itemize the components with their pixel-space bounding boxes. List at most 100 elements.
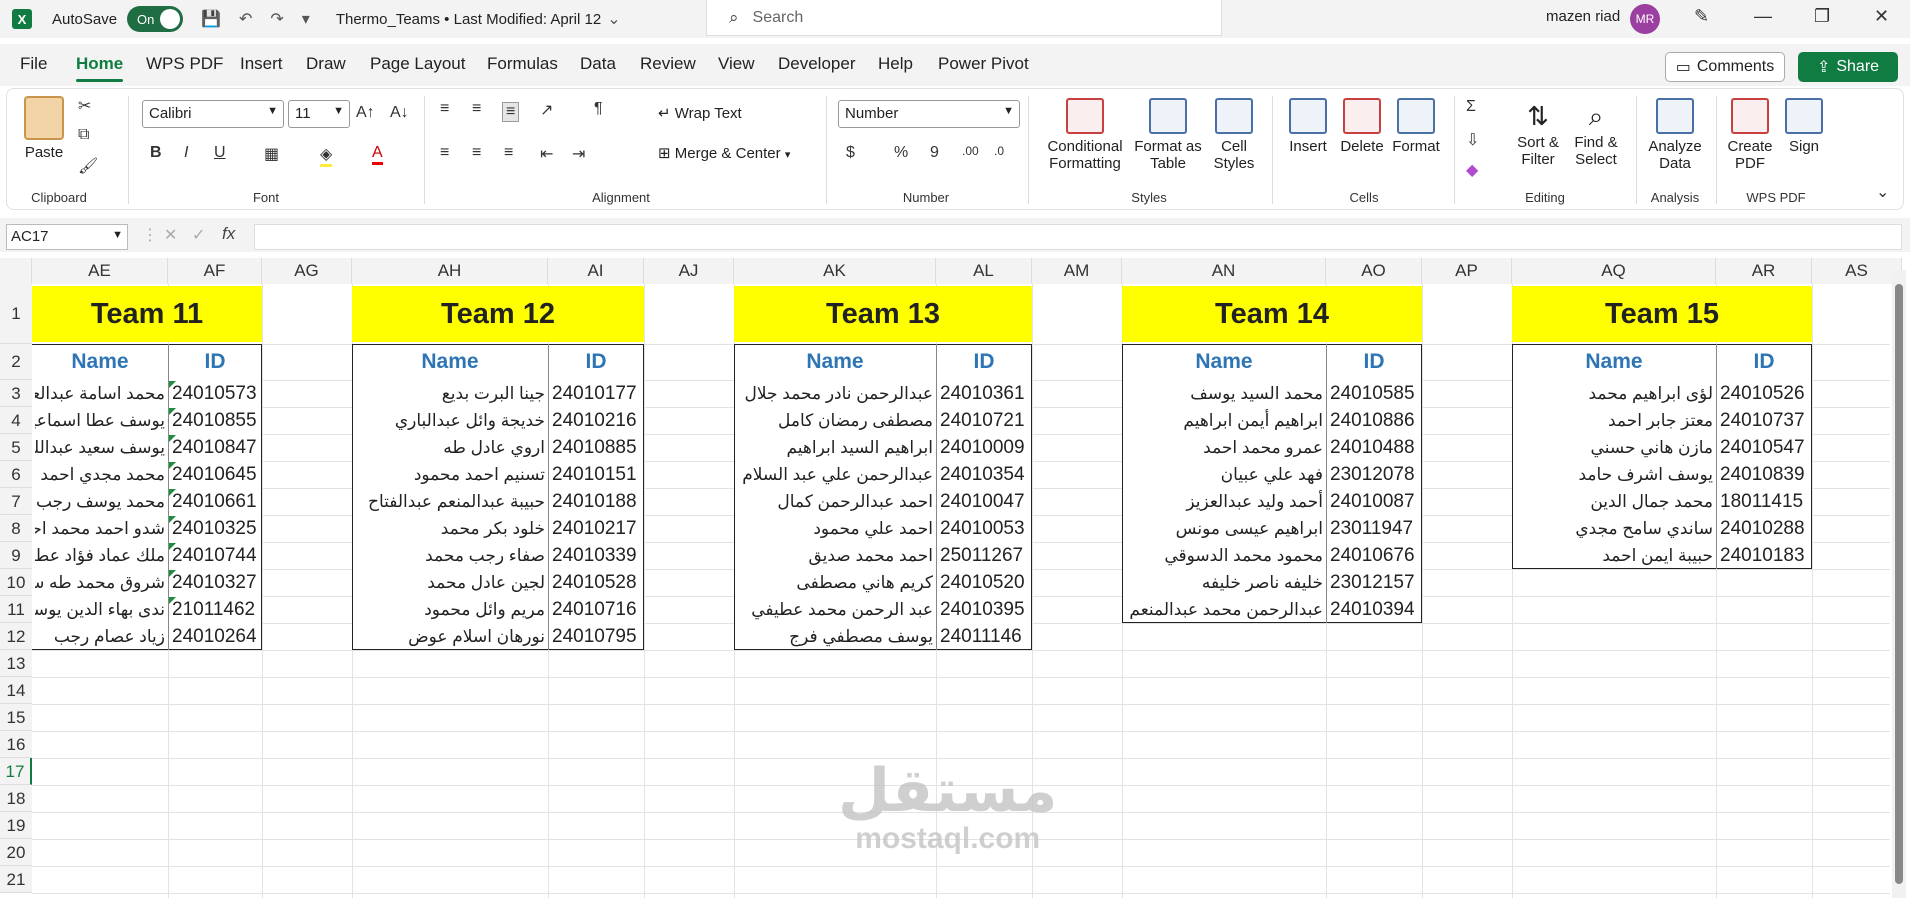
team-title[interactable]: Team 13 <box>734 286 1032 342</box>
row-header[interactable]: 19 <box>0 812 32 839</box>
member-name-cell[interactable]: اروي عادل طه <box>355 434 545 461</box>
member-id-cell[interactable]: 24010354 <box>940 461 1030 488</box>
member-name-cell[interactable]: محمد السيد يوسف <box>1125 380 1323 407</box>
member-id-cell[interactable]: 24010716 <box>552 596 642 623</box>
member-name-cell[interactable]: شدو احمد محمد احمد <box>35 515 165 542</box>
fill-icon[interactable]: ⇩ <box>1466 130 1479 150</box>
row-header[interactable]: 18 <box>0 785 32 812</box>
format-painter-icon[interactable]: 🖌 <box>78 156 98 176</box>
vertical-scrollbar[interactable] <box>1892 270 1906 898</box>
column-header[interactable]: AF <box>168 258 262 284</box>
member-id-cell[interactable]: 24010744 <box>172 542 260 569</box>
member-name-cell[interactable]: احمد عبدالرحمن كمال <box>737 488 933 515</box>
member-id-cell[interactable]: 24010676 <box>1330 542 1420 569</box>
member-name-cell[interactable]: صفاء رجب محمد <box>355 542 545 569</box>
member-name-cell[interactable]: محمد اسامة عبدالعزيز <box>35 380 165 407</box>
member-name-cell[interactable]: لؤى ابراهيم محمد <box>1515 380 1713 407</box>
cancel-edit-icon[interactable]: ✕ <box>164 225 177 245</box>
member-id-cell[interactable]: 24010288 <box>1720 515 1810 542</box>
member-id-cell[interactable]: 24010177 <box>552 380 642 407</box>
align-center-icon[interactable]: ≡ <box>472 144 481 162</box>
member-id-cell[interactable]: 24010047 <box>940 488 1030 515</box>
member-name-cell[interactable]: مازن هاني حسني <box>1515 434 1713 461</box>
tab-page-layout[interactable]: Page Layout <box>370 54 465 74</box>
restore-icon[interactable]: ❐ <box>1814 6 1830 27</box>
member-name-cell[interactable]: يوسف اشرف حامد <box>1515 461 1714 488</box>
member-name-cell[interactable]: احمد محمد صديق <box>737 542 933 569</box>
save-icon[interactable]: 💾 <box>201 9 221 29</box>
member-id-cell[interactable]: 24010217 <box>552 515 642 542</box>
delete-cells-button[interactable]: Delete <box>1336 98 1388 155</box>
member-name-cell[interactable]: يوسف عطا اسماعيل <box>35 407 165 434</box>
name-box[interactable]: AC17 ▼ <box>6 224 128 250</box>
decrease-indent-icon[interactable]: ⇤ <box>540 144 553 164</box>
tab-view[interactable]: View <box>718 54 755 74</box>
customize-qat-icon[interactable]: ▾ <box>302 9 310 29</box>
tab-wps-pdf[interactable]: WPS PDF <box>146 54 223 74</box>
cell-styles-button[interactable]: Cell Styles <box>1206 98 1262 172</box>
member-id-cell[interactable]: 24010661 <box>172 488 260 515</box>
member-id-cell[interactable]: 24010721 <box>940 407 1030 434</box>
member-name-cell[interactable]: محمد مجدي احمد <box>35 461 165 488</box>
wrap-text-button[interactable]: ↵ Wrap Text <box>658 104 742 122</box>
row-header[interactable]: 17 <box>0 758 32 785</box>
column-header[interactable]: AN <box>1122 258 1326 284</box>
row-header[interactable]: 16 <box>0 731 32 758</box>
member-id-cell[interactable]: 24011146 <box>940 623 1030 650</box>
share-button[interactable]: ⇪ Share <box>1798 52 1898 82</box>
row-header[interactable]: 15 <box>0 704 32 731</box>
member-id-cell[interactable]: 24010395 <box>940 596 1030 623</box>
column-header[interactable]: AL <box>936 258 1032 284</box>
team-title[interactable]: Team 15 <box>1512 286 1812 342</box>
member-id-cell[interactable]: 25011267 <box>940 542 1030 569</box>
italic-icon[interactable]: I <box>184 144 188 162</box>
member-id-cell[interactable]: 24010339 <box>552 542 642 569</box>
tab-power-pivot[interactable]: Power Pivot <box>938 54 1029 74</box>
member-name-cell[interactable]: يوسف مصطفي فرج <box>737 623 933 650</box>
increase-decimal-icon[interactable]: .00 <box>962 144 979 158</box>
name-column-header[interactable]: Name <box>1122 344 1326 380</box>
member-name-cell[interactable]: خديجة وائل عبدالباري <box>355 407 545 434</box>
member-name-cell[interactable]: عبدالرحمن محمد عبدالمنعم <box>1125 596 1323 623</box>
paste-button[interactable]: Paste <box>22 96 66 161</box>
avatar[interactable]: MR <box>1630 4 1660 34</box>
member-name-cell[interactable]: تسنيم احمد محمود <box>355 461 545 488</box>
member-id-cell[interactable]: 24010520 <box>940 569 1030 596</box>
row-header[interactable]: 7 <box>0 488 32 515</box>
autosum-icon[interactable]: Σ <box>1466 98 1476 116</box>
error-indicator-icon[interactable] <box>169 381 176 388</box>
member-id-cell[interactable]: 24010183 <box>1720 542 1810 569</box>
search-box[interactable]: ⌕ Search <box>706 0 1222 36</box>
member-name-cell[interactable]: يوسف سعيد عبدالله <box>35 434 165 461</box>
tab-data[interactable]: Data <box>580 54 616 74</box>
member-name-cell[interactable]: كريم هاني مصطفى <box>737 569 933 596</box>
fill-color-icon[interactable]: ◈ <box>320 144 333 167</box>
merge-center-button[interactable]: ⊞ Merge & Center ▾ <box>658 144 790 162</box>
tab-home[interactable]: Home <box>76 54 124 82</box>
column-header[interactable]: AH <box>352 258 548 284</box>
id-column-header[interactable]: ID <box>936 344 1032 380</box>
member-id-cell[interactable]: 24010645 <box>172 461 260 488</box>
row-header[interactable]: 4 <box>0 407 32 434</box>
format-as-table-button[interactable]: Format as Table <box>1132 98 1204 172</box>
rtl-direction-icon[interactable]: ¶ <box>594 100 603 118</box>
comments-button[interactable]: ▭ Comments <box>1665 52 1785 82</box>
tab-review[interactable]: Review <box>640 54 696 74</box>
create-pdf-button[interactable]: Create PDF <box>1722 98 1778 172</box>
member-name-cell[interactable]: حبيبة ايمن احمد <box>1515 542 1713 569</box>
error-indicator-icon[interactable] <box>169 543 176 550</box>
member-id-cell[interactable]: 24010839 <box>1720 461 1810 488</box>
clear-icon[interactable]: ◆ <box>1466 160 1478 180</box>
align-bottom-icon[interactable]: ≡ <box>502 102 520 122</box>
member-id-cell[interactable]: 24010886 <box>1330 407 1420 434</box>
row-header[interactable]: 12 <box>0 623 32 650</box>
member-id-cell[interactable]: 24010264 <box>172 623 260 650</box>
member-name-cell[interactable]: محمود محمد الدسوقي <box>1125 542 1323 569</box>
member-id-cell[interactable]: 24010847 <box>172 434 260 461</box>
member-id-cell[interactable]: 18011415 <box>1720 488 1810 515</box>
member-name-cell[interactable]: عمرو محمد احمد <box>1125 434 1323 461</box>
member-name-cell[interactable]: خلود بكر محمد <box>355 515 545 542</box>
member-id-cell[interactable]: 24010737 <box>1720 407 1810 434</box>
member-id-cell[interactable]: 24010573 <box>172 380 260 407</box>
user-name[interactable]: mazen riad <box>1546 8 1620 25</box>
